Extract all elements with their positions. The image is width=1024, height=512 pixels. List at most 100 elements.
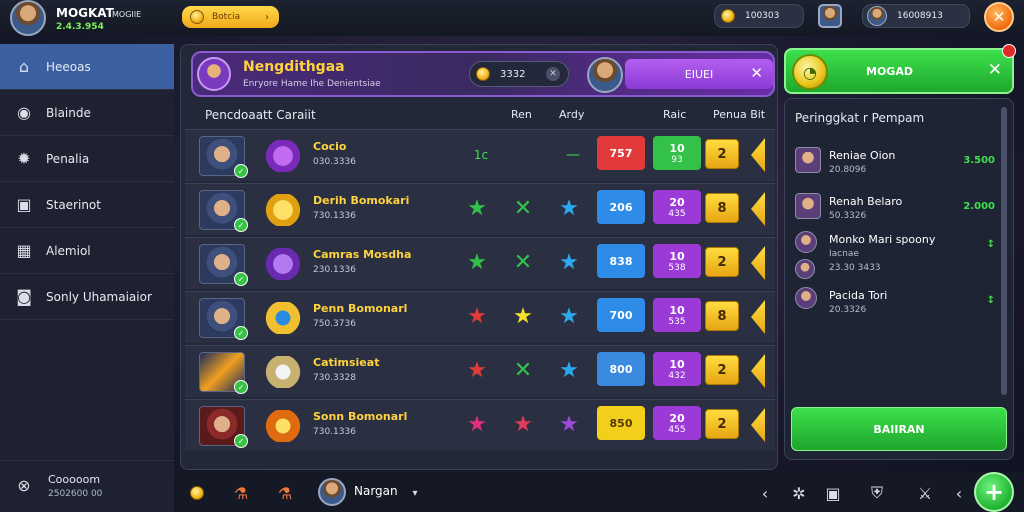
chevron-down-icon[interactable]: ▾	[404, 482, 426, 504]
cross-icon: ✕	[513, 250, 533, 275]
check-badge-icon: ✓	[234, 272, 248, 286]
table-row[interactable]: ✓ Penn Bomonarl 750.3736 ★ ★ ★ 700 10 535…	[185, 291, 775, 343]
sidebar-item-globe[interactable]: ◉ Blainde	[0, 90, 174, 136]
table-row[interactable]: ✓ Derih Bomokari 730.1336 ★ ✕ ★ 206 20 43…	[185, 183, 775, 235]
chevron-left-icon[interactable]: ‹	[948, 482, 970, 504]
play-button[interactable]: ◔ MOGAD ✕	[784, 44, 1016, 94]
close-icon[interactable]: ✕	[984, 2, 1014, 32]
star-icon: ★	[513, 412, 533, 437]
level-badge[interactable]: 2	[705, 139, 739, 169]
table-row[interactable]: ✓ Sonn Bomonarl 730.1336 ★ ★ ★ 850 20 455…	[185, 399, 775, 451]
row-code: 730.3328	[313, 373, 356, 383]
coin-icon[interactable]	[186, 482, 208, 504]
emblem-icon	[265, 356, 301, 388]
chevron-left-icon[interactable]: ‹	[754, 482, 776, 504]
sword-icon[interactable]: ⚔	[914, 482, 936, 504]
confirm-button[interactable]: BAIIRAN	[791, 407, 1007, 451]
add-button[interactable]: +	[974, 472, 1014, 512]
level-badge[interactable]: 8	[705, 301, 739, 331]
arrow-left-icon[interactable]	[751, 300, 765, 334]
arrow-left-icon[interactable]	[751, 138, 765, 172]
hero-avatar: ✓	[199, 298, 248, 340]
level-badge[interactable]: 2	[705, 247, 739, 277]
sidebar-item-label: Blainde	[46, 105, 91, 120]
sidebar-footer[interactable]: ⊗ Cooooom 2502600 00	[0, 460, 174, 512]
screen-icon[interactable]: ▣	[822, 482, 844, 504]
sidebar-item-home[interactable]: ⌂ Heeoas	[0, 44, 174, 90]
arrow-left-icon[interactable]	[751, 354, 765, 388]
settings-icon[interactable]: ✲	[788, 482, 810, 504]
mode-title: Nengdithgaa	[243, 59, 345, 75]
column-header: Penua Bit	[713, 108, 766, 121]
sidebar-item-settings[interactable]: ✹ Penalia	[0, 136, 174, 182]
player-tag: MOGIIE	[112, 10, 142, 19]
sidebar-item-grid[interactable]: ▦ Alemiol	[0, 228, 174, 274]
level-badge[interactable]: 2	[705, 409, 739, 439]
coins-balance[interactable]: 100303	[714, 4, 804, 28]
potion-icon[interactable]: ⚗	[230, 482, 252, 504]
shield-icon[interactable]: ⛨	[866, 482, 888, 504]
event-pill[interactable]: Botcia ›	[182, 6, 279, 28]
arrow-left-icon[interactable]	[751, 408, 765, 442]
potion-icon[interactable]: ⚗	[274, 482, 296, 504]
notification-dot	[1002, 44, 1016, 58]
check-badge-icon: ✓	[234, 164, 248, 178]
rank-code: 20.3326	[829, 305, 867, 315]
camera-icon: ◙	[16, 287, 32, 306]
level-badge[interactable]: 8	[705, 193, 739, 223]
emblem-icon	[265, 194, 301, 226]
gems-balance[interactable]: 16008913	[862, 4, 970, 28]
check-badge-icon: ✓	[234, 218, 248, 232]
hero-avatar: ✓	[199, 190, 248, 232]
profile-avatar[interactable]	[318, 478, 346, 506]
close-icon[interactable]: ✕	[988, 60, 1002, 80]
score-pill[interactable]: 3332 ✕	[469, 61, 569, 87]
close-icon[interactable]: ✕	[750, 64, 763, 82]
list-item[interactable]: Renah Belaro 50.3326 2.000	[795, 193, 995, 233]
cancel-icon: ⊗	[17, 475, 31, 495]
row-name: Cocio	[313, 140, 347, 153]
table-header: Pencdoaatt Caraiit Ren Ardy Raic Penua B…	[185, 101, 775, 129]
row-name: Derih Bomokari	[313, 194, 410, 207]
sidebar-item-camera[interactable]: ◙ Sonly Uhamaiaior	[0, 274, 174, 320]
avatar	[795, 287, 817, 309]
arrow-left-icon[interactable]	[751, 192, 765, 226]
stat-box: 10 535	[653, 298, 701, 332]
list-item[interactable]: Pacida Tori 20.3326 ↕	[795, 287, 995, 327]
dash-icon: —	[566, 147, 580, 163]
rank-name: Renah Belaro	[829, 195, 903, 208]
confirm-button-label: BAIIRAN	[873, 422, 925, 436]
arrow-left-icon[interactable]	[751, 246, 765, 280]
level-badge[interactable]: 2	[705, 355, 739, 385]
sidebar-item-monitor[interactable]: ▣ Staerinot	[0, 182, 174, 228]
profile-name[interactable]: Nargan	[354, 484, 398, 498]
row-code: 750.3736	[313, 319, 356, 329]
row-code: 730.1336	[313, 211, 356, 221]
sidebar: ⌂ Heeoas ◉ Blainde ✹ Penalia ▣ Staerinot…	[0, 44, 174, 512]
avatar	[795, 231, 817, 253]
mode-action-button[interactable]: EIUEI ✕	[625, 59, 773, 89]
rank-name: Reniae Oion	[829, 149, 896, 162]
opponent-avatar[interactable]	[587, 57, 623, 93]
scrollbar[interactable]	[1001, 107, 1007, 395]
star-icon: ★	[467, 304, 487, 329]
close-icon[interactable]: ✕	[546, 67, 560, 81]
check-badge-icon: ✓	[234, 380, 248, 394]
table-row[interactable]: ✓ Catimsieat 730.3328 ★ ✕ ★ 800 10 432 2	[185, 345, 775, 397]
coin-icon	[476, 67, 490, 81]
rank-value: 2.000	[963, 201, 995, 212]
emblem-icon	[265, 410, 301, 442]
rank-value: ↕	[986, 239, 995, 250]
table-row[interactable]: ✓ Cocio 030.3336 1c — 757 10 93 2	[185, 129, 775, 181]
list-item[interactable]: Reniae Oion 20.8096 3.500	[795, 147, 995, 187]
friend-avatar[interactable]	[818, 4, 842, 28]
row-code: 230.1336	[313, 265, 356, 275]
monitor-icon: ▣	[16, 195, 32, 214]
table-row[interactable]: ✓ Camras Mosdha 230.1336 ★ ✕ ★ 838 10 538…	[185, 237, 775, 289]
rank-code: Iacnae	[829, 249, 859, 259]
player-name: MOGKAT	[56, 6, 114, 20]
chevron-right-icon: ›	[265, 11, 269, 23]
sidebar-item-label: Sonly Uhamaiaior	[46, 289, 152, 304]
player-avatar[interactable]	[10, 0, 46, 36]
rank-code: 20.8096	[829, 165, 867, 175]
